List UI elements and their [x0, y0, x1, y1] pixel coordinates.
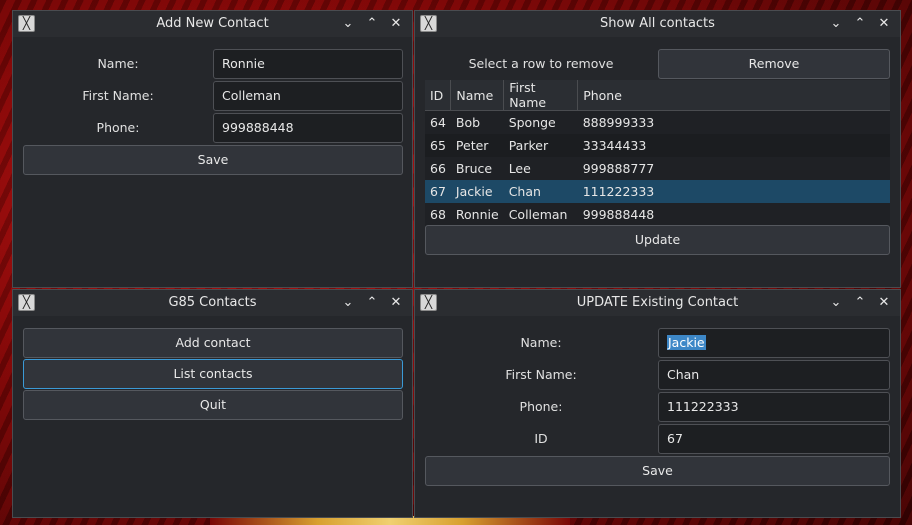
- quit-button[interactable]: Quit: [23, 390, 403, 420]
- cell-id: 66: [425, 157, 451, 180]
- remove-hint-label: Select a row to remove: [468, 56, 614, 71]
- cell-id: 68: [425, 203, 451, 226]
- cell-id: 65: [425, 134, 451, 157]
- remove-button[interactable]: Remove: [658, 49, 890, 79]
- column-header-id[interactable]: ID: [425, 80, 452, 111]
- close-icon[interactable]: ✕: [874, 293, 894, 313]
- table-row[interactable]: 65 Peter Parker 33344433: [425, 134, 890, 157]
- cell-id: 67: [425, 180, 451, 203]
- chevron-down-icon[interactable]: ⌄: [338, 293, 358, 313]
- first-name-label: First Name:: [505, 367, 577, 382]
- selected-text: Jackie: [667, 335, 706, 350]
- table-row[interactable]: 68 Ronnie Colleman 999888448: [425, 203, 890, 226]
- column-header-phone[interactable]: Phone: [577, 80, 890, 111]
- phone-field[interactable]: 999888448: [213, 113, 403, 143]
- close-icon[interactable]: ✕: [386, 14, 406, 34]
- phone-label: Phone:: [519, 399, 563, 414]
- show-contacts-window: ╳ Show All contacts ⌄ ⌃ ✕ Select a row t…: [414, 10, 901, 288]
- main-window: ╳ G85 Contacts ⌄ ⌃ ✕ Add contact List co…: [12, 289, 413, 518]
- table-row[interactable]: 66 Bruce Lee 999888777: [425, 157, 890, 180]
- cell-phone: 999888448: [577, 203, 890, 226]
- update-contact-window: ╳ UPDATE Existing Contact ⌄ ⌃ ✕ Name: Ja…: [414, 289, 901, 518]
- chevron-up-icon[interactable]: ⌃: [362, 293, 382, 313]
- main-titlebar[interactable]: ╳ G85 Contacts ⌄ ⌃ ✕: [13, 290, 412, 316]
- column-header-name[interactable]: Name: [450, 80, 505, 111]
- update-contact-titlebar[interactable]: ╳ UPDATE Existing Contact ⌄ ⌃ ✕: [415, 290, 900, 316]
- name-label: Name:: [520, 335, 562, 350]
- cell-phone: 33344433: [577, 134, 890, 157]
- chevron-down-icon[interactable]: ⌄: [826, 14, 846, 34]
- table-row[interactable]: 64 Bob Sponge 888999333: [425, 110, 890, 134]
- phone-label: Phone:: [96, 120, 140, 135]
- chevron-down-icon[interactable]: ⌄: [826, 293, 846, 313]
- contacts-table[interactable]: ID Name First Name Phone 64 Bob Sponge 8…: [425, 80, 890, 226]
- cell-name: Bruce: [450, 157, 504, 180]
- cell-id: 64: [425, 110, 451, 134]
- cell-name: Jackie: [450, 180, 504, 203]
- cell-name: Ronnie: [450, 203, 504, 226]
- save-button[interactable]: Save: [425, 456, 890, 486]
- update-button[interactable]: Update: [425, 225, 890, 255]
- add-contact-titlebar[interactable]: ╳ Add New Contact ⌄ ⌃ ✕: [13, 11, 412, 37]
- close-icon[interactable]: ✕: [386, 293, 406, 313]
- add-contact-window: ╳ Add New Contact ⌄ ⌃ ✕ Name: Ronnie Fir…: [12, 10, 413, 288]
- cell-name: Bob: [450, 110, 504, 134]
- save-button[interactable]: Save: [23, 145, 403, 175]
- column-header-first-name[interactable]: First Name: [503, 80, 579, 111]
- chevron-up-icon[interactable]: ⌃: [362, 14, 382, 34]
- chevron-up-icon[interactable]: ⌃: [850, 293, 870, 313]
- cell-phone: 888999333: [577, 110, 890, 134]
- cell-first-name: Sponge: [503, 110, 578, 134]
- id-label: ID: [534, 431, 548, 446]
- name-label: Name:: [97, 56, 139, 71]
- cell-phone: 111222333: [577, 180, 890, 203]
- cell-name: Peter: [450, 134, 504, 157]
- id-field[interactable]: 67: [658, 424, 890, 454]
- chevron-up-icon[interactable]: ⌃: [850, 14, 870, 34]
- table-row-selected[interactable]: 67 Jackie Chan 111222333: [425, 180, 890, 203]
- first-name-label: First Name:: [82, 88, 154, 103]
- cell-phone: 999888777: [577, 157, 890, 180]
- name-field[interactable]: Ronnie: [213, 49, 403, 79]
- cell-first-name: Lee: [503, 157, 578, 180]
- chevron-down-icon[interactable]: ⌄: [338, 14, 358, 34]
- cell-first-name: Parker: [503, 134, 578, 157]
- first-name-field[interactable]: Colleman: [213, 81, 403, 111]
- show-contacts-titlebar[interactable]: ╳ Show All contacts ⌄ ⌃ ✕: [415, 11, 900, 37]
- cell-first-name: Chan: [503, 180, 578, 203]
- close-icon[interactable]: ✕: [874, 14, 894, 34]
- cell-first-name: Colleman: [503, 203, 578, 226]
- add-contact-button[interactable]: Add contact: [23, 328, 403, 358]
- name-field[interactable]: Jackie: [658, 328, 890, 358]
- phone-field[interactable]: 111222333: [658, 392, 890, 422]
- first-name-field[interactable]: Chan: [658, 360, 890, 390]
- list-contacts-button[interactable]: List contacts: [23, 359, 403, 389]
